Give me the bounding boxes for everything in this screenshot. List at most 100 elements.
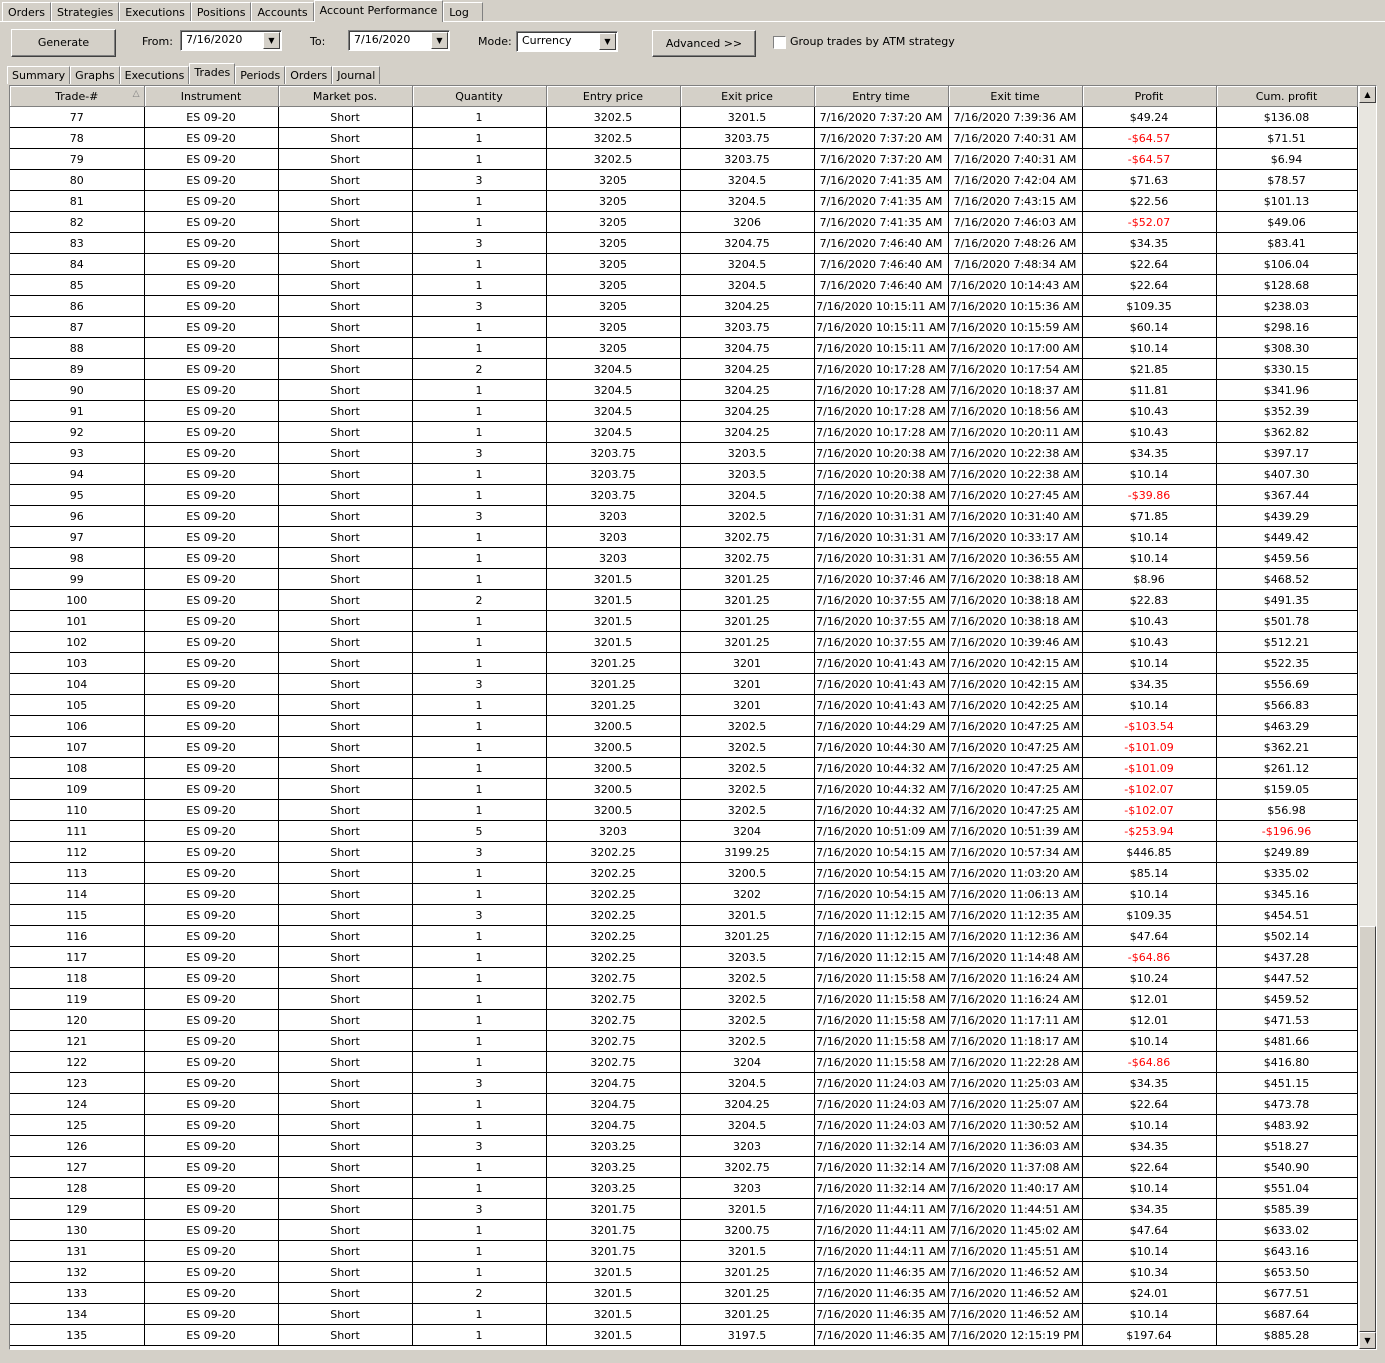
table-row[interactable]: 133 ES 09-20 Short 2 3201.5 3201.25 7/16/2020 … (10, 1282, 1358, 1304)
table-row[interactable]: 97 ES 09-20 Short 1 3203 3202.75 7/16/2020 10:… (10, 526, 1358, 548)
table-row[interactable]: 117 ES 09-20 Short 1 3202.25 3203.5 7/16/2020 … (10, 946, 1358, 968)
column-header[interactable]: Quantity (412, 86, 547, 107)
table-row[interactable]: 92 ES 09-20 Short 1 3204.5 3204.25 7/16/2020 1… (10, 421, 1358, 443)
table-row[interactable]: 132 ES 09-20 Short 1 3201.5 3201.25 7/16/2020 … (10, 1261, 1358, 1283)
column-header[interactable]: Exit price (680, 86, 815, 107)
table-row[interactable]: 93 ES 09-20 Short 3 3203.75 3203.5 7/16/2020 1… (10, 442, 1358, 464)
table-row[interactable]: 114 ES 09-20 Short 1 3202.25 3202 7/16/2020 10… (10, 883, 1358, 905)
table-row[interactable]: 90 ES 09-20 Short 1 3204.5 3204.25 7/16/2020 1… (10, 379, 1358, 401)
table-row[interactable]: 109 ES 09-20 Short 1 3200.5 3202.5 7/16/2020 1… (10, 778, 1358, 800)
from-date-picker[interactable]: 7/16/2020 ▼ (180, 30, 282, 51)
subtab-journal[interactable]: Journal (332, 66, 381, 84)
chevron-down-icon[interactable]: ▼ (263, 32, 280, 49)
table-cell: 3201.25 (546, 652, 681, 674)
scroll-up-icon[interactable]: ▲ (1359, 86, 1376, 103)
subtab-graphs[interactable]: Graphs (70, 66, 120, 84)
table-row[interactable]: 126 ES 09-20 Short 3 3203.25 3203 7/16/2020 11… (10, 1135, 1358, 1157)
table-row[interactable]: 105 ES 09-20 Short 1 3201.25 3201 7/16/2020 10… (10, 694, 1358, 716)
column-header[interactable]: Entry price (546, 86, 681, 107)
column-header[interactable]: Entry time (814, 86, 949, 107)
table-row[interactable]: 134 ES 09-20 Short 1 3201.5 3201.25 7/16/2020 … (10, 1303, 1358, 1325)
subtab-executions[interactable]: Executions (119, 66, 190, 84)
table-row[interactable]: 130 ES 09-20 Short 1 3201.75 3200.75 7/16/2020… (10, 1219, 1358, 1241)
subtab-summary[interactable]: Summary (7, 66, 71, 84)
table-row[interactable]: 79 ES 09-20 Short 1 3202.5 3203.75 7/16/2020 7… (10, 148, 1358, 170)
table-row[interactable]: 113 ES 09-20 Short 1 3202.25 3200.5 7/16/2020 … (10, 862, 1358, 884)
table-row[interactable]: 108 ES 09-20 Short 1 3200.5 3202.5 7/16/2020 1… (10, 757, 1358, 779)
tab-accounts[interactable]: Accounts (251, 2, 314, 22)
table-row[interactable]: 129 ES 09-20 Short 3 3201.75 3201.5 7/16/2020 … (10, 1198, 1358, 1220)
table-row[interactable]: 101 ES 09-20 Short 1 3201.5 3201.25 7/16/2020 … (10, 610, 1358, 632)
column-header[interactable]: Profit (1082, 86, 1217, 107)
column-header[interactable]: Exit time (948, 86, 1083, 107)
subtab-trades[interactable]: Trades (189, 63, 236, 84)
table-row[interactable]: 81 ES 09-20 Short 1 3205 3204.5 7/16/2020 7:41… (10, 190, 1358, 212)
table-row[interactable]: 94 ES 09-20 Short 1 3203.75 3203.5 7/16/2020 1… (10, 463, 1358, 485)
table-row[interactable]: 119 ES 09-20 Short 1 3202.75 3202.5 7/16/2020 … (10, 988, 1358, 1010)
table-row[interactable]: 85 ES 09-20 Short 1 3205 3204.5 7/16/2020 7:46… (10, 274, 1358, 296)
table-row[interactable]: 99 ES 09-20 Short 1 3201.5 3201.25 7/16/2020 1… (10, 568, 1358, 590)
tab-executions[interactable]: Executions (119, 2, 191, 22)
column-header[interactable]: Cum. profit (1216, 86, 1358, 107)
tab-strategies[interactable]: Strategies (51, 2, 120, 22)
chevron-down-icon[interactable]: ▼ (431, 32, 448, 49)
table-row[interactable]: 115 ES 09-20 Short 3 3202.25 3201.5 7/16/2020 … (10, 904, 1358, 926)
table-row[interactable]: 122 ES 09-20 Short 1 3202.75 3204 7/16/2020 11… (10, 1051, 1358, 1073)
scrollbar-thumb[interactable] (1359, 926, 1376, 1332)
group-trades-checkbox[interactable] (773, 36, 786, 49)
tab-positions[interactable]: Positions (190, 2, 252, 22)
table-row[interactable]: 103 ES 09-20 Short 1 3201.25 3201 7/16/2020 10… (10, 652, 1358, 674)
mode-select[interactable]: Currency ▼ (516, 31, 618, 52)
table-row[interactable]: 123 ES 09-20 Short 3 3204.75 3204.5 7/16/2020 … (10, 1072, 1358, 1094)
table-row[interactable]: 100 ES 09-20 Short 2 3201.5 3201.25 7/16/2020 … (10, 589, 1358, 611)
table-row[interactable]: 125 ES 09-20 Short 1 3204.75 3204.5 7/16/2020 … (10, 1114, 1358, 1136)
table-row[interactable]: 111 ES 09-20 Short 5 3203 3204 7/16/2020 10:51… (10, 820, 1358, 842)
table-row[interactable]: 96 ES 09-20 Short 3 3203 3202.5 7/16/2020 10:3… (10, 505, 1358, 527)
table-row[interactable]: 95 ES 09-20 Short 1 3203.75 3204.5 7/16/2020 1… (10, 484, 1358, 506)
to-date-picker[interactable]: 7/16/2020 ▼ (348, 30, 450, 51)
table-row[interactable]: 131 ES 09-20 Short 1 3201.75 3201.5 7/16/2020 … (10, 1240, 1358, 1262)
table-row[interactable]: 88 ES 09-20 Short 1 3205 3204.75 7/16/2020 10:… (10, 337, 1358, 359)
tab-orders[interactable]: Orders (2, 2, 51, 22)
table-row[interactable]: 106 ES 09-20 Short 1 3200.5 3202.5 7/16/2020 1… (10, 715, 1358, 737)
table-row[interactable]: 116 ES 09-20 Short 1 3202.25 3201.25 7/16/2020… (10, 925, 1358, 947)
table-row[interactable]: 110 ES 09-20 Short 1 3200.5 3202.5 7/16/2020 1… (10, 799, 1358, 821)
scroll-down-icon[interactable]: ▼ (1359, 1332, 1376, 1349)
table-row[interactable]: 104 ES 09-20 Short 3 3201.25 3201 7/16/2020 10… (10, 673, 1358, 695)
table-cell: ES 09-20 (144, 547, 279, 569)
table-row[interactable]: 84 ES 09-20 Short 1 3205 3204.5 7/16/2020 7:46… (10, 253, 1358, 275)
table-row[interactable]: 121 ES 09-20 Short 1 3202.75 3202.5 7/16/2020 … (10, 1030, 1358, 1052)
vertical-scrollbar[interactable]: ▲ ▼ (1359, 86, 1376, 1349)
tab-log[interactable]: Log (443, 2, 484, 22)
table-row[interactable]: 98 ES 09-20 Short 1 3203 3202.75 7/16/2020 10:… (10, 547, 1358, 569)
tab-account-performance[interactable]: Account Performance (313, 0, 444, 22)
advanced-button[interactable]: Advanced >> (652, 30, 756, 57)
table-row[interactable]: 127 ES 09-20 Short 1 3203.25 3202.75 7/16/2020… (10, 1156, 1358, 1178)
table-row[interactable]: 118 ES 09-20 Short 1 3202.75 3202.5 7/16/2020 … (10, 967, 1358, 989)
table-row[interactable]: 82 ES 09-20 Short 1 3205 3206 7/16/2020 7:41:3… (10, 211, 1358, 233)
table-row[interactable]: 89 ES 09-20 Short 2 3204.5 3204.25 7/16/2020 1… (10, 358, 1358, 380)
table-row[interactable]: 78 ES 09-20 Short 1 3202.5 3203.75 7/16/2020 7… (10, 127, 1358, 149)
table-cell: 3204.25 (680, 421, 815, 443)
table-row[interactable]: 112 ES 09-20 Short 3 3202.25 3199.25 7/16/2020… (10, 841, 1358, 863)
column-header[interactable]: Instrument (144, 86, 279, 107)
table-row[interactable]: 102 ES 09-20 Short 1 3201.5 3201.25 7/16/2020 … (10, 631, 1358, 653)
table-row[interactable]: 107 ES 09-20 Short 1 3200.5 3202.5 7/16/2020 1… (10, 736, 1358, 758)
subtab-orders[interactable]: Orders (285, 66, 333, 84)
table-row[interactable]: 135 ES 09-20 Short 1 3201.5 3197.5 7/16/2020 1… (10, 1324, 1358, 1346)
table-row[interactable]: 77 ES 09-20 Short 1 3202.5 3201.5 7/16/2020 7:… (10, 106, 1358, 128)
table-row[interactable]: 83 ES 09-20 Short 3 3205 3204.75 7/16/2020 7:4… (10, 232, 1358, 254)
table-row[interactable]: 128 ES 09-20 Short 1 3203.25 3203 7/16/2020 11… (10, 1177, 1358, 1199)
table-row[interactable]: 124 ES 09-20 Short 1 3204.75 3204.25 7/16/2020… (10, 1093, 1358, 1115)
table-row[interactable]: 120 ES 09-20 Short 1 3202.75 3202.5 7/16/2020 … (10, 1009, 1358, 1031)
column-header[interactable]: Market pos. (278, 86, 413, 107)
table-row[interactable]: 87 ES 09-20 Short 1 3205 3203.75 7/16/2020 10:… (10, 316, 1358, 338)
trades-grid[interactable]: Trade-# △ Instrument Market pos. Quantity Ent… (9, 85, 1377, 1350)
subtab-periods[interactable]: Periods (235, 66, 286, 84)
chevron-down-icon[interactable]: ▼ (599, 33, 616, 50)
generate-button[interactable]: Generate (11, 29, 116, 57)
table-row[interactable]: 91 ES 09-20 Short 1 3204.5 3204.25 7/16/2020 1… (10, 400, 1358, 422)
table-row[interactable]: 86 ES 09-20 Short 3 3205 3204.25 7/16/2020 10:… (10, 295, 1358, 317)
column-header[interactable]: Trade-# △ (10, 86, 145, 107)
table-row[interactable]: 80 ES 09-20 Short 3 3205 3204.5 7/16/2020 7:41… (10, 169, 1358, 191)
